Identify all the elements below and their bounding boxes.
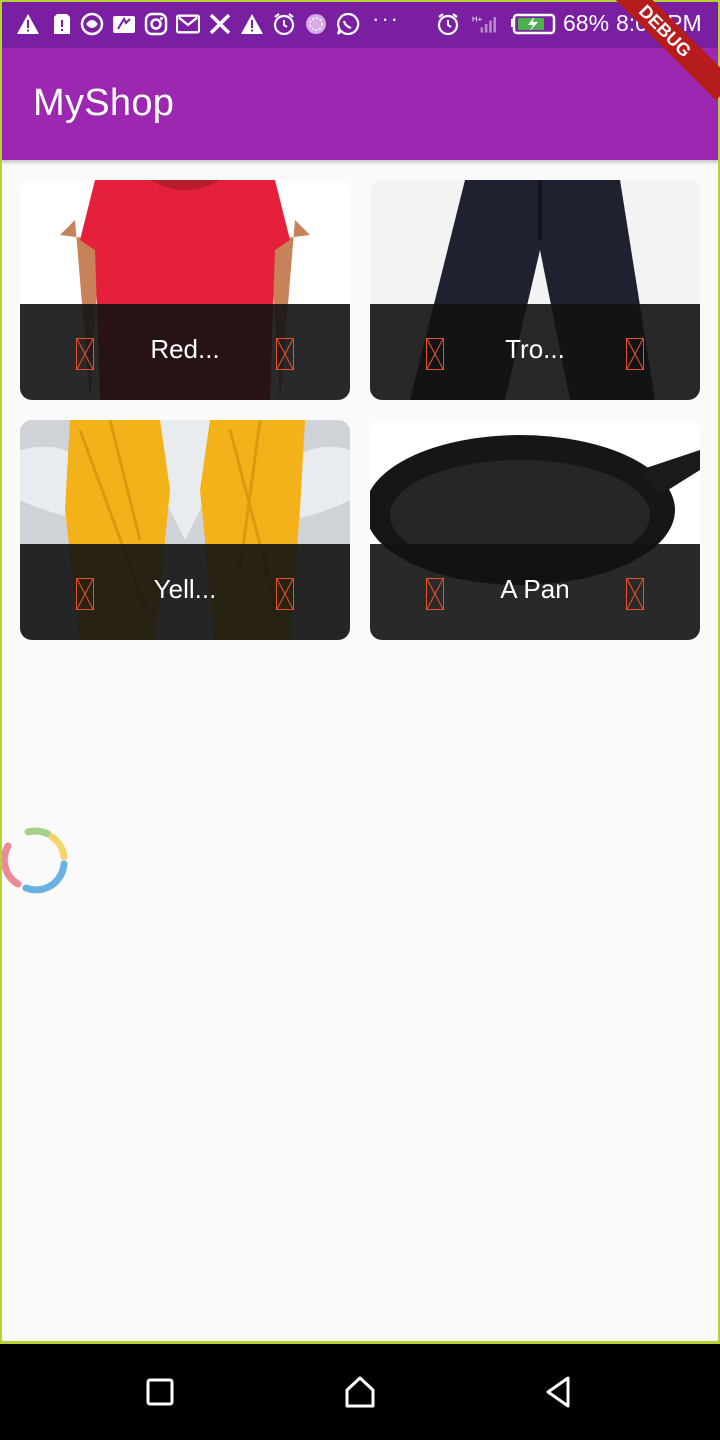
product-title: Tro...	[505, 334, 565, 364]
back-button[interactable]	[538, 1372, 578, 1412]
more-icon: ···	[372, 6, 400, 31]
alarm-icon	[436, 12, 460, 36]
product-tile[interactable]: A Pan	[370, 420, 700, 640]
favorite-icon[interactable]	[76, 578, 94, 610]
product-tile[interactable]: Tro...	[370, 180, 700, 400]
warning-icon	[16, 12, 40, 36]
cart-icon[interactable]	[626, 578, 644, 610]
product-title: A Pan	[500, 574, 570, 604]
loading-spinner-icon	[0, 827, 68, 894]
browser-icon	[80, 12, 104, 36]
warning-icon	[240, 12, 264, 36]
favorite-icon[interactable]	[426, 578, 444, 610]
signal-icon: H+	[472, 12, 496, 36]
sim-icon	[112, 12, 136, 36]
app-bar: MyShop	[0, 48, 720, 160]
page-title: MyShop	[33, 82, 175, 124]
product-title: Yell...	[153, 574, 217, 604]
cart-icon[interactable]	[276, 578, 294, 610]
recents-button[interactable]	[140, 1372, 180, 1412]
status-bar: ··· H+ 68% 8:02 PM	[0, 0, 720, 48]
favorite-icon[interactable]	[76, 338, 94, 370]
navigation-bar	[0, 1344, 720, 1440]
product-title: Red...	[150, 334, 220, 364]
tile-footer: Tro...	[370, 304, 700, 400]
home-button[interactable]	[340, 1372, 380, 1412]
instagram-icon	[144, 12, 168, 36]
tile-footer: Red...	[20, 304, 350, 400]
whatsapp-icon	[336, 12, 360, 36]
tile-footer: A Pan	[370, 544, 700, 640]
battery-percent: 68%	[563, 10, 610, 36]
tile-footer: Yell...	[20, 544, 350, 640]
cart-icon[interactable]	[626, 338, 644, 370]
battery-charging-icon	[510, 12, 556, 36]
x-icon	[208, 12, 232, 36]
sim-alert-icon	[50, 12, 74, 36]
alarm-icon	[272, 12, 296, 36]
product-tile[interactable]: Yell...	[20, 420, 350, 640]
cart-icon[interactable]	[276, 338, 294, 370]
gmail-icon	[176, 12, 200, 36]
svg-text:H+: H+	[472, 14, 483, 23]
favorite-icon[interactable]	[426, 338, 444, 370]
sticker-icon	[304, 12, 328, 36]
product-tile[interactable]: Red...	[20, 180, 350, 400]
